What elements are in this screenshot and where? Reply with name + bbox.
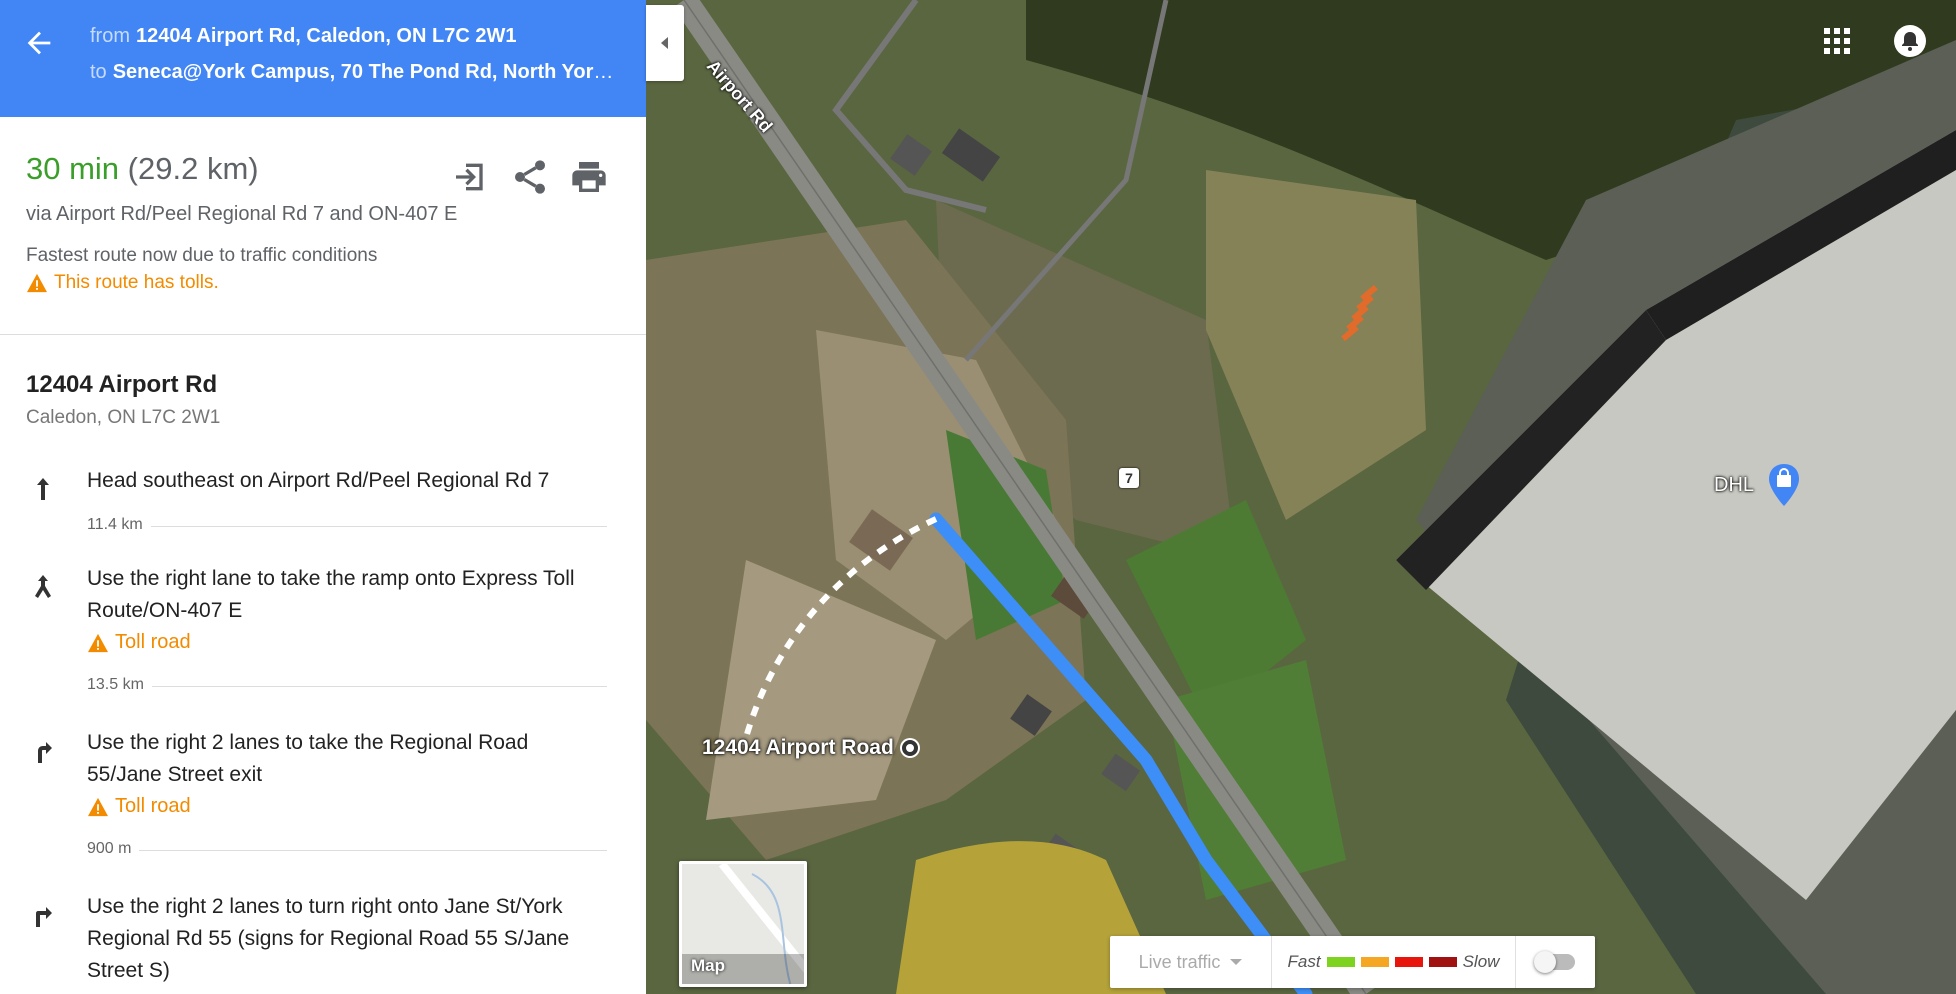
route-via: via Airport Rd/Peel Regional Rd 7 and ON… xyxy=(26,203,458,225)
straight-arrow-icon xyxy=(30,475,56,503)
step-toll: Toll road xyxy=(87,795,191,818)
legend-swatch-slow xyxy=(1394,957,1423,967)
back-button[interactable] xyxy=(22,26,56,60)
shopping-pin-icon[interactable] xyxy=(1766,462,1802,508)
step-toll: Toll road xyxy=(87,631,191,654)
directions-panel: from 12404 Airport Rd, Caledon, ON L7C 2W… xyxy=(0,0,646,994)
step-instruction: Use the right lane to take the ramp onto… xyxy=(87,567,575,622)
step-instruction: Use the right 2 lanes to take the Region… xyxy=(87,731,529,786)
origin-map-marker[interactable]: 12404 Airport Road xyxy=(702,736,918,760)
satellite-imagery xyxy=(646,0,1956,994)
step-distance: 11.4 km xyxy=(87,516,607,536)
live-traffic-dropdown[interactable]: Live traffic xyxy=(1110,936,1272,988)
warning-icon xyxy=(88,633,108,652)
slight-right-icon xyxy=(30,737,56,765)
toggle-track xyxy=(1533,951,1575,973)
turn-right-icon xyxy=(30,901,56,929)
legend-slow-label: Slow xyxy=(1462,952,1500,971)
warning-icon xyxy=(88,797,108,816)
apps-grid-icon[interactable] xyxy=(1822,26,1852,56)
live-traffic-label: Live traffic xyxy=(1138,951,1221,972)
map-view-toggle[interactable]: Map xyxy=(679,861,807,987)
route-distance: (29.2 km) xyxy=(127,151,259,186)
step-instruction: Use the right 2 lanes to turn right onto… xyxy=(87,895,570,982)
share-icon[interactable] xyxy=(510,157,550,197)
legend-swatch-fast xyxy=(1326,957,1355,967)
toggle-knob xyxy=(1533,951,1556,973)
notifications-icon[interactable] xyxy=(1893,24,1927,58)
step-toll-text: Toll road xyxy=(115,631,191,653)
origin-address: Caledon, ON L7C 2W1 xyxy=(26,407,221,428)
to-field[interactable]: to Seneca@York Campus, 70 The Pond Rd, No… xyxy=(90,61,620,84)
traffic-toggle[interactable] xyxy=(1516,936,1595,988)
chevron-down-icon xyxy=(1230,959,1243,965)
from-field[interactable]: from 12404 Airport Rd, Caledon, ON L7C 2W… xyxy=(90,25,620,48)
legend-swatch-very-slow xyxy=(1428,957,1457,967)
to-label: to xyxy=(90,61,107,83)
directions-header: from 12404 Airport Rd, Caledon, ON L7C 2W… xyxy=(0,0,646,117)
toll-warning: This route has tolls. xyxy=(26,272,219,294)
origin-dot-icon xyxy=(901,740,918,756)
route-7-shield: 7 xyxy=(1119,468,1139,488)
step-distance: 13.5 km xyxy=(87,676,607,696)
route-time: 30 min xyxy=(26,151,120,186)
collapse-panel-button[interactable] xyxy=(646,5,684,81)
legend-fast-label: Fast xyxy=(1287,952,1321,971)
caret-left-icon xyxy=(661,37,668,49)
back-arrow-icon xyxy=(27,31,51,55)
print-icon[interactable] xyxy=(569,157,609,197)
to-value: Seneca@York Campus, 70 The Pond Rd, Nort… xyxy=(112,61,620,83)
toll-warning-text: This route has tolls. xyxy=(54,272,219,293)
traffic-legend-bar: Live traffic Fast Slow xyxy=(1110,936,1595,988)
route-duration: 30 min (29.2 km) xyxy=(26,151,259,187)
origin-map-label: 12404 Airport Road xyxy=(702,736,894,759)
satellite-map[interactable]: Airport Rd xyxy=(646,0,1956,994)
from-value: 12404 Airport Rd, Caledon, ON L7C 2W1 xyxy=(136,25,517,47)
warning-icon xyxy=(27,273,47,293)
traffic-legend: Fast Slow xyxy=(1272,936,1516,988)
route-summary: 30 min (29.2 km) via Airport Rd/Peel Reg… xyxy=(0,117,646,335)
send-to-device-icon[interactable] xyxy=(451,157,491,197)
step-toll-text: Toll road xyxy=(115,795,191,817)
route-reason: Fastest route now due to traffic conditi… xyxy=(26,245,378,266)
poi-label[interactable]: DHL xyxy=(1714,474,1754,497)
map-thumbnail-label: Map xyxy=(691,956,725,975)
step-distance: 900 m xyxy=(87,840,607,860)
step-instruction: Head southeast on Airport Rd/Peel Region… xyxy=(87,469,550,492)
origin-name: 12404 Airport Rd xyxy=(26,371,218,398)
from-label: from xyxy=(90,25,130,47)
ramp-right-icon xyxy=(30,573,56,601)
legend-swatch-moderate xyxy=(1360,957,1389,967)
